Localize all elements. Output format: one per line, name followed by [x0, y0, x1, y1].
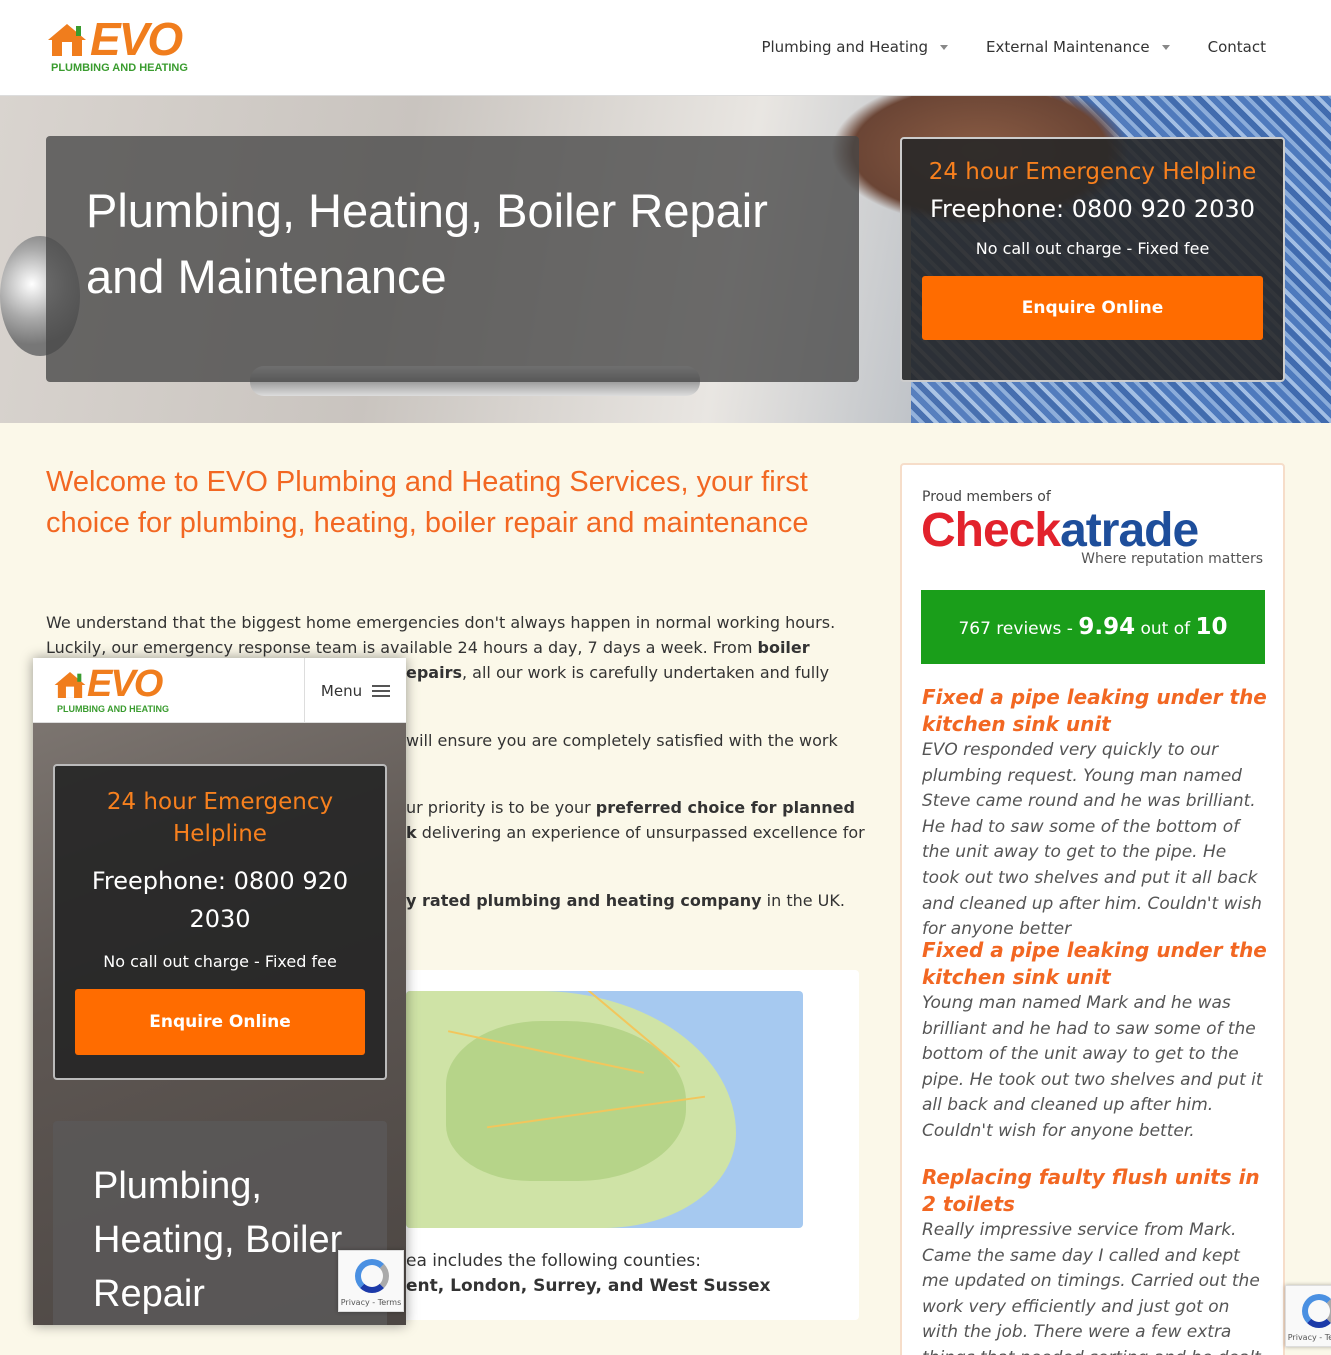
hero-title-box: Plumbing, Heating, Boiler Repair and Mai…	[46, 136, 859, 382]
hero-banner: Plumbing, Heating, Boiler Repair and Mai…	[0, 96, 1331, 423]
review-score-badge[interactable]: 767 reviews - 9.94 out of 10	[921, 590, 1265, 664]
helpline-note: No call out charge - Fixed fee	[975, 239, 1210, 258]
priority-text-2: delivering an experience of unsurpassed …	[416, 823, 865, 842]
score-max: 10	[1195, 614, 1228, 640]
intro-text-2: , all our work is carefully undertaken a…	[462, 663, 830, 682]
review-title[interactable]: Fixed a pipe leaking under the kitchen s…	[922, 684, 1267, 738]
mobile-evo-logo[interactable]: EVO PLUMBING AND HEATING	[53, 663, 183, 716]
checkatrade-logo-blue: atrade	[1060, 504, 1199, 557]
checkatrade-tagline: Where reputation matters	[1081, 551, 1263, 567]
logo-subtitle: PLUMBING AND HEATING	[51, 62, 188, 74]
mobile-header: EVO PLUMBING AND HEATING Menu	[33, 658, 406, 723]
logo-wordmark: EVO	[87, 663, 163, 705]
nav-external-maintenance[interactable]: External Maintenance	[986, 38, 1170, 56]
reviews-count: 767 reviews -	[958, 619, 1079, 639]
review-title[interactable]: Fixed a pipe leaking under the kitchen s…	[922, 937, 1267, 991]
review-item: Fixed a pipe leaking under the kitchen s…	[922, 937, 1267, 1145]
coverage-counties: ent, London, Surrey, and West Sussex	[406, 1276, 771, 1296]
intro-bold: boiler	[757, 638, 810, 657]
evo-logo[interactable]: EVO PLUMBING AND HEATING	[46, 13, 206, 76]
intro-text: We understand that the biggest home emer…	[46, 613, 836, 657]
nav-contact[interactable]: Contact	[1208, 38, 1266, 56]
recaptcha-badge[interactable]: Privacy - Terms	[1285, 1285, 1331, 1347]
rating-paragraph: y rated plumbing and heating company in …	[406, 888, 866, 913]
hamburger-icon	[372, 684, 391, 697]
mobile-helpline-box: 24 hour Emergency Helpline Freephone: 08…	[53, 764, 387, 1080]
intro-bold-2: epairs	[406, 663, 462, 682]
house-icon	[54, 672, 86, 698]
nav-label: Contact	[1207, 38, 1266, 56]
review-item: Fixed a pipe leaking under the kitchen s…	[922, 684, 1267, 943]
logo-subtitle: PLUMBING AND HEATING	[57, 704, 169, 714]
satisfaction-paragraph: will ensure you are completely satisfied…	[406, 731, 838, 750]
helpline-title: 24 hour Emergency Helpline	[106, 789, 334, 847]
priority-text: ur priority is to be your	[406, 798, 596, 817]
coverage-text: ea includes the following counties: ent,…	[406, 1249, 770, 1299]
coverage-map[interactable]	[406, 991, 803, 1228]
map-region	[446, 1021, 686, 1181]
checkatrade-logo[interactable]: Checkatrade	[921, 503, 1199, 558]
helpline-title: 24 hour Emergency Helpline	[928, 159, 1257, 185]
recaptcha-label[interactable]: Privacy - Terms	[339, 1298, 403, 1307]
welcome-heading: Welcome to EVO Plumbing and Heating Serv…	[46, 466, 809, 539]
chevron-down-icon	[940, 44, 949, 50]
mobile-menu-button[interactable]: Menu	[304, 658, 406, 723]
review-body: Really impressive service from Mark. Cam…	[922, 1220, 1261, 1355]
nav-plumbing-heating[interactable]: Plumbing and Heating	[761, 38, 949, 56]
review-title[interactable]: Replacing faulty flush units in 2 toilet…	[922, 1164, 1267, 1218]
review-body: Young man named Mark and he was brillian…	[922, 993, 1263, 1141]
priority-bold-2: k	[406, 823, 417, 842]
nav-label: Plumbing and Heating	[761, 38, 929, 56]
recaptcha-badge[interactable]: Privacy - Terms	[338, 1250, 404, 1312]
mobile-hero-title: Plumbing, Heating, Boiler Repair	[93, 1165, 343, 1315]
recaptcha-icon	[355, 1259, 389, 1293]
rating-text: in the UK.	[761, 891, 845, 910]
mobile-hero-title-box: Plumbing, Heating, Boiler Repair	[53, 1121, 387, 1325]
score-value: 9.94	[1078, 614, 1136, 640]
helpline-phone[interactable]: Freephone: 0800 920 2030	[90, 862, 350, 938]
recaptcha-icon	[1302, 1294, 1331, 1328]
house-icon	[48, 24, 86, 56]
helpline-phone[interactable]: Freephone: 0800 920 2030	[902, 195, 1283, 223]
reviews-sidebar: Proud members of Checkatrade Where reput…	[900, 463, 1285, 1355]
recaptcha-label[interactable]: Privacy - Terms	[1286, 1333, 1331, 1342]
helpline-box: 24 hour Emergency Helpline Freephone: 08…	[900, 137, 1285, 382]
enquire-online-button[interactable]: Enquire Online	[75, 989, 365, 1055]
review-item: Replacing faulty flush units in 2 toilet…	[922, 1164, 1267, 1355]
enquire-online-button[interactable]: Enquire Online	[922, 276, 1263, 340]
rating-bold: y rated plumbing and heating company	[406, 891, 762, 910]
checkatrade-logo-red: Check	[921, 504, 1061, 557]
coverage-line: ea includes the following counties:	[406, 1251, 701, 1271]
review-body: EVO responded very quickly to our plumbi…	[922, 740, 1262, 940]
priority-paragraph: ur priority is to be your preferred choi…	[406, 795, 866, 845]
chevron-down-icon	[1161, 44, 1170, 50]
site-header: EVO PLUMBING AND HEATING Plumbing and He…	[0, 0, 1331, 96]
nav-label: External Maintenance	[986, 38, 1150, 56]
helpline-note: No call out charge - Fixed fee	[103, 952, 337, 971]
score-out-of: out of	[1135, 619, 1196, 639]
mobile-preview: EVO PLUMBING AND HEATING Menu 24 hour Em…	[33, 658, 406, 1325]
main-nav: Plumbing and Heating External Maintenanc…	[761, 38, 1266, 56]
priority-bold: preferred choice for planned	[595, 798, 855, 817]
logo-wordmark: EVO	[90, 13, 183, 65]
menu-label: Menu	[320, 681, 363, 700]
hero-title: Plumbing, Heating, Boiler Repair and Mai…	[86, 184, 768, 303]
